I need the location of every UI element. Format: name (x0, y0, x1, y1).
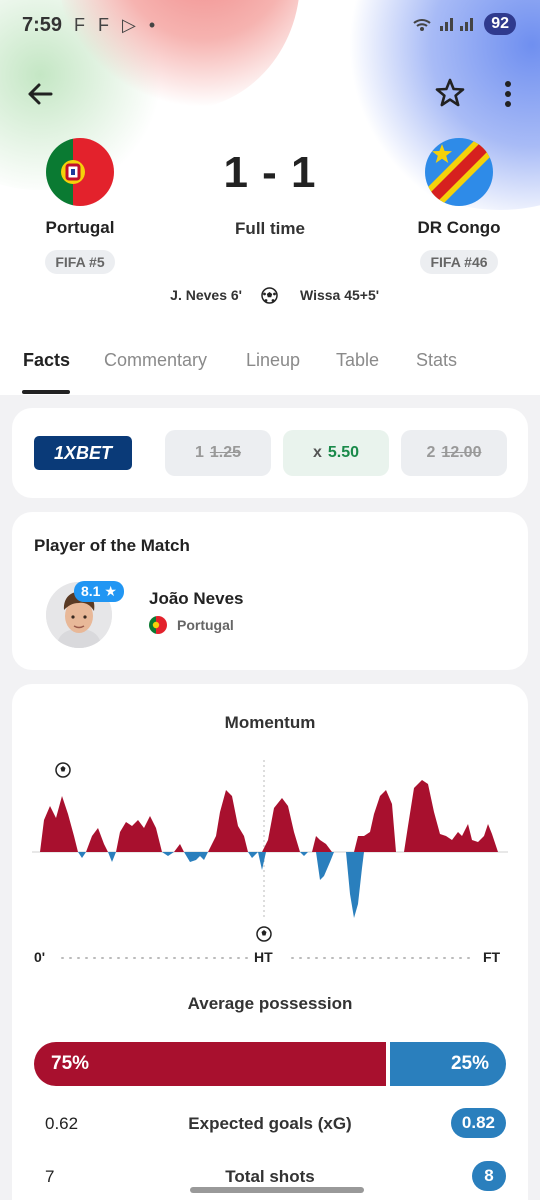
momentum-axis-half: HT (254, 949, 273, 965)
momentum-axis-start: 0' (34, 949, 46, 965)
favorite-button[interactable] (433, 76, 467, 110)
match-header: 7:59 F F ▷ • 92 Portugal FIFA #5 1 - 1 F… (0, 0, 540, 395)
status-time: 7:59 (22, 14, 63, 36)
possession-home-segment: 75% (34, 1042, 386, 1086)
odds-card: 1XBET 1 1.25 x 5.50 2 12.00 (12, 408, 528, 498)
stat-label: Total shots (225, 1167, 315, 1186)
home-scorer: J. Neves 6' (170, 287, 242, 303)
tab-table[interactable]: Table (336, 350, 379, 371)
match-score: 1 - 1 (223, 148, 317, 197)
goal-marker-away (256, 926, 272, 942)
odd-away-label: 2 (426, 444, 436, 461)
odd-away-button[interactable]: 2 12.00 (401, 430, 507, 476)
away-team[interactable]: DR Congo FIFA #46 (379, 138, 539, 274)
stat-away-value: 0.82 (450, 1108, 506, 1138)
odd-draw-label: x (312, 444, 322, 461)
tab-stats[interactable]: Stats (416, 350, 457, 371)
possession-away-segment: 25% (390, 1042, 506, 1086)
player-of-match-card[interactable]: Player of the Match 8.1 ★ João Neves Por… (12, 512, 528, 670)
odd-home-value: 1.25 (209, 444, 242, 461)
home-team-name: Portugal (45, 218, 115, 237)
stat-away-value: 8 (472, 1161, 506, 1191)
odd-away-value: 12.00 (441, 444, 482, 461)
more-options-button[interactable] (498, 78, 518, 110)
possession-bar: 75% 25% (34, 1042, 506, 1086)
gesture-bar[interactable] (190, 1187, 364, 1193)
player-rating-badge: 8.1 ★ (74, 581, 124, 602)
active-tab-indicator (22, 390, 70, 394)
tab-commentary[interactable]: Commentary (104, 350, 207, 371)
battery-indicator: 92 (484, 13, 516, 35)
momentum-home-area (40, 780, 498, 852)
momentum-title: Momentum (224, 713, 316, 732)
star-outline-icon (435, 78, 465, 107)
arrow-left-icon (28, 83, 53, 105)
possession-title: Average possession (187, 994, 353, 1013)
status-right: 92 (412, 13, 516, 35)
momentum-axis-dots-second (291, 957, 473, 959)
match-tabs: Facts Commentary Lineup Table Stats (0, 346, 540, 395)
bookmaker-logo[interactable]: 1XBET (34, 436, 132, 470)
possession-home-value: 75% (51, 1053, 90, 1074)
tab-facts[interactable]: Facts (23, 350, 70, 371)
away-scorer: Wissa 45+5' (300, 287, 380, 303)
momentum-axis-end: FT (483, 949, 501, 965)
odd-home-label: 1 (194, 444, 204, 461)
dr-congo-flag-icon (425, 138, 493, 206)
signal-icon (412, 14, 476, 35)
stat-row-xg: 0.62 Expected goals (xG) 0.82 (12, 1108, 528, 1140)
possession-away-value: 25% (450, 1053, 489, 1074)
odd-home-button[interactable]: 1 1.25 (165, 430, 271, 476)
football-icon (261, 287, 278, 304)
away-team-name: DR Congo (417, 218, 501, 237)
momentum-chart (32, 760, 508, 942)
player-name: João Neves (149, 589, 244, 608)
potm-title: Player of the Match (34, 536, 190, 555)
more-vertical-icon (505, 81, 511, 107)
away-fifa-rank: FIFA #46 (420, 250, 498, 274)
home-fifa-rank: FIFA #5 (45, 250, 115, 274)
notification-icons: F F ▷ • (74, 15, 160, 35)
momentum-away-area (78, 852, 364, 918)
match-status: Full time (235, 219, 305, 238)
status-bar: 7:59 F F ▷ • 92 (0, 0, 540, 52)
portugal-flag-icon (46, 138, 114, 206)
momentum-axis-dots-first (61, 957, 255, 959)
portugal-flag-icon (149, 616, 167, 634)
goal-marker-home (55, 762, 71, 778)
home-team[interactable]: Portugal FIFA #5 (0, 138, 160, 274)
odd-draw-button[interactable]: x 5.50 (283, 430, 389, 476)
match-stats-card: Momentum 0' HT FT Average possession 75%… (12, 684, 528, 1200)
tab-lineup[interactable]: Lineup (246, 350, 300, 371)
player-team: Portugal (177, 617, 234, 633)
back-button[interactable] (24, 78, 56, 110)
goal-scorers: J. Neves 6' Wissa 45+5' (0, 287, 540, 309)
odd-draw-value: 5.50 (327, 444, 360, 461)
